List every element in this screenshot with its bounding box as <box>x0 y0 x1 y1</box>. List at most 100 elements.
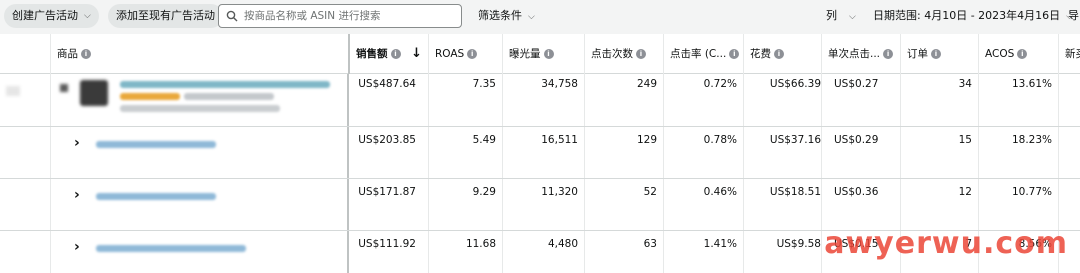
cell-spend: US$18.51 <box>769 186 821 198</box>
col-label: 点击率 (C... <box>670 48 727 60</box>
cell-cpc: US$0.27 <box>834 78 879 90</box>
cell-clicks: 129 <box>636 134 657 146</box>
col-header-spend[interactable]: 花费 i <box>743 34 821 74</box>
col-header-impressions[interactable]: 曝光量 i <box>502 34 584 74</box>
info-icon[interactable]: i <box>467 49 478 59</box>
table-row[interactable]: › US$171.87 9.29 11,320 52 0.46% US$18.5… <box>0 179 1080 231</box>
col-header-sales[interactable]: 销售额 i ↓ <box>348 34 428 74</box>
cell-acos: 13.61% <box>1011 78 1052 90</box>
product-title-redacted[interactable] <box>120 81 330 88</box>
create-campaign-label: 创建广告活动 <box>12 9 78 22</box>
chevron-right-icon[interactable]: › <box>74 187 80 203</box>
col-header-ctr[interactable]: 点击率 (C... i <box>663 34 743 74</box>
col-label: 花费 <box>750 48 771 60</box>
cell-roas: 5.49 <box>472 134 496 146</box>
chevron-down-icon: ⌵ <box>528 12 535 22</box>
cell-roas: 7.35 <box>472 78 496 90</box>
col-header-acos[interactable]: ACOS i <box>978 34 1058 74</box>
cell-sales: US$203.85 <box>358 134 416 146</box>
col-label: 销售额 <box>356 48 388 60</box>
cell-spend: US$37.16 <box>769 134 821 146</box>
cell-impressions: 16,511 <box>541 134 578 146</box>
search-icon <box>226 10 238 22</box>
filter-label: 筛选条件 <box>478 9 522 22</box>
cell-ctr: 0.78% <box>703 134 737 146</box>
col-header-roas[interactable]: ROAS i <box>428 34 502 74</box>
col-header-product[interactable]: 商品 i <box>50 34 348 74</box>
toolbar: 创建广告活动⌵ 添加至现有广告活动 筛选条件⌵ 列⌵ 日期范围: 4月10日 -… <box>0 0 1080 34</box>
table-row[interactable]: › US$203.85 5.49 16,511 129 0.78% US$37.… <box>0 127 1080 179</box>
date-range-dropdown[interactable]: 日期范围: 4月10日 - 2023年4月16日 ⌵ <box>873 4 1073 28</box>
add-to-existing-label: 添加至现有广告活动 <box>116 9 215 22</box>
chevron-down-icon: ⌵ <box>849 12 856 22</box>
date-range-label: 日期范围: 4月10日 - 2023年4月16日 <box>873 9 1061 22</box>
col-label: ACOS <box>985 48 1015 60</box>
cell-sales: US$171.87 <box>358 186 416 198</box>
cell-acos: 10.77% <box>1011 186 1052 198</box>
chevron-right-icon[interactable]: › <box>74 135 80 151</box>
cell-sales: US$111.92 <box>358 238 416 250</box>
cell-roas: 11.68 <box>465 238 496 250</box>
col-header-new-buyers[interactable]: 新买 <box>1058 34 1080 74</box>
chevron-right-icon[interactable]: › <box>74 239 80 255</box>
product-title-redacted[interactable] <box>96 245 246 252</box>
sort-down-icon[interactable]: ↓ <box>411 34 422 74</box>
table-row[interactable]: US$487.64 7.35 34,758 249 0.72% US$66.39… <box>0 74 1080 127</box>
col-label: ROAS <box>435 48 465 60</box>
info-icon[interactable]: i <box>1017 49 1028 59</box>
select-column <box>0 34 50 74</box>
product-asin-redacted <box>120 105 280 112</box>
product-thumbnail <box>80 80 108 106</box>
cell-ctr: 0.46% <box>703 186 737 198</box>
create-campaign-button[interactable]: 创建广告活动 ⌵ <box>4 4 99 28</box>
col-header-clicks[interactable]: 点击次数 i <box>584 34 663 74</box>
cell-acos: 18.23% <box>1011 134 1052 146</box>
col-label: 商品 <box>57 48 78 60</box>
cell-clicks: 249 <box>636 78 657 90</box>
search-box[interactable] <box>218 4 462 28</box>
col-header-orders[interactable]: 订单 i <box>900 34 978 74</box>
export-label: 导 <box>1068 9 1079 22</box>
cell-cpc: US$0.29 <box>834 134 879 146</box>
search-input[interactable] <box>244 8 456 24</box>
cell-clicks: 63 <box>643 238 657 250</box>
checkbox-placeholder[interactable] <box>6 86 20 96</box>
columns-dropdown[interactable]: 列 ⌵ <box>826 4 856 28</box>
info-icon[interactable]: i <box>636 49 646 59</box>
col-label: 曝光量 <box>509 48 541 60</box>
info-icon[interactable]: i <box>774 49 784 59</box>
table-header: 商品 i 销售额 i ↓ ROAS i 曝光量 i 点击次数 i 点击率 (C... i 花… <box>0 34 1080 74</box>
product-icon <box>60 84 68 92</box>
info-icon[interactable]: i <box>81 49 91 59</box>
cell-impressions: 4,480 <box>547 238 578 250</box>
export-button[interactable]: 导 <box>1068 4 1079 28</box>
add-to-existing-campaign-button[interactable]: 添加至现有广告活动 <box>108 4 223 28</box>
cell-sales: US$487.64 <box>358 78 416 90</box>
cell-clicks: 52 <box>643 186 657 198</box>
product-title-redacted[interactable] <box>96 141 216 148</box>
cell-spend: US$66.39 <box>769 78 821 90</box>
cell-ctr: 0.72% <box>703 78 737 90</box>
product-badge-redacted <box>120 93 180 100</box>
columns-label: 列 <box>826 9 837 22</box>
cell-roas: 9.29 <box>472 186 496 198</box>
product-title-redacted[interactable] <box>96 193 216 200</box>
cell-impressions: 34,758 <box>541 78 578 90</box>
col-label: 单次点击... <box>828 48 881 60</box>
info-icon[interactable]: i <box>543 49 554 59</box>
watermark: awyerwu.com <box>824 226 1068 261</box>
cell-orders: 12 <box>958 186 972 198</box>
info-icon[interactable]: i <box>390 49 401 59</box>
info-icon[interactable]: i <box>931 49 941 59</box>
col-label: 新买 <box>1065 48 1080 60</box>
cell-orders: 15 <box>958 134 972 146</box>
col-label: 点击次数 <box>591 48 633 60</box>
filter-dropdown[interactable]: 筛选条件 ⌵ <box>478 4 535 28</box>
info-icon[interactable]: i <box>883 49 894 59</box>
info-icon[interactable]: i <box>729 49 740 59</box>
col-header-cpc[interactable]: 单次点击... i <box>821 34 900 74</box>
product-meta-redacted <box>184 93 274 100</box>
cell-spend: US$9.58 <box>776 238 821 250</box>
cell-orders: 34 <box>958 78 972 90</box>
chevron-down-icon: ⌵ <box>84 11 91 21</box>
